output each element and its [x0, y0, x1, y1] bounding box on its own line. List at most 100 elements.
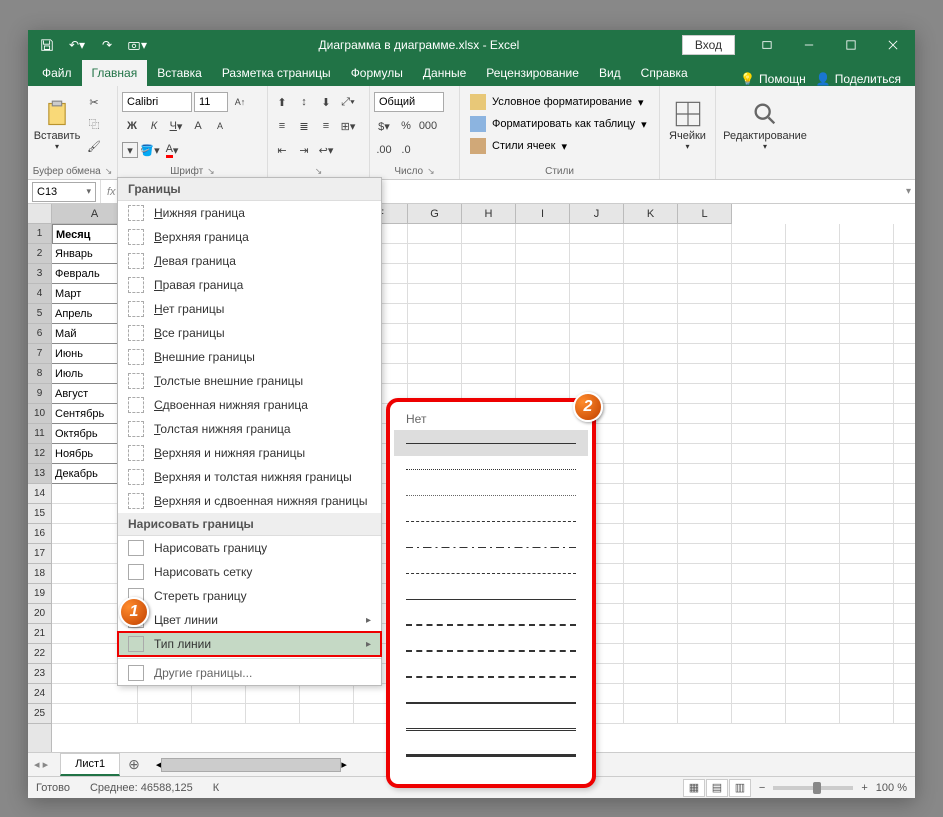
border-menu-item[interactable]: Верхняя и нижняя границы	[118, 441, 381, 465]
row-header[interactable]: 10	[28, 404, 51, 424]
cell[interactable]	[786, 684, 840, 704]
save-icon[interactable]	[34, 34, 60, 56]
cell[interactable]	[894, 664, 915, 684]
cell[interactable]	[408, 264, 462, 284]
cell[interactable]	[678, 504, 732, 524]
cell[interactable]	[732, 404, 786, 424]
cell[interactable]	[894, 464, 915, 484]
border-menu-item[interactable]: Внешние границы	[118, 345, 381, 369]
cell[interactable]	[678, 584, 732, 604]
cell[interactable]	[624, 684, 678, 704]
zoom-slider[interactable]	[773, 786, 853, 790]
row-header[interactable]: 23	[28, 664, 51, 684]
cell[interactable]	[786, 384, 840, 404]
format-painter-icon[interactable]: 🖌	[84, 136, 104, 156]
cell[interactable]	[894, 324, 915, 344]
cell[interactable]	[732, 684, 786, 704]
cell[interactable]	[678, 264, 732, 284]
zoom-in-button[interactable]: +	[861, 782, 867, 794]
tab-help[interactable]: Справка	[631, 60, 698, 86]
cell[interactable]	[732, 424, 786, 444]
align-bottom-icon[interactable]: ⬇	[316, 92, 336, 112]
tab-formulas[interactable]: Формулы	[341, 60, 413, 86]
row-header[interactable]: 13	[28, 464, 51, 484]
cell[interactable]	[624, 604, 678, 624]
cell[interactable]	[840, 324, 894, 344]
row-header[interactable]: 25	[28, 704, 51, 724]
cell[interactable]	[786, 564, 840, 584]
cell[interactable]	[786, 544, 840, 564]
underline-button[interactable]: Ч▾	[166, 116, 186, 136]
number-format-select[interactable]	[374, 92, 444, 112]
cell[interactable]	[840, 444, 894, 464]
wrap-text-icon[interactable]: ↩▾	[316, 140, 336, 160]
cell[interactable]	[138, 704, 192, 724]
line-style-option[interactable]	[394, 664, 588, 690]
camera-icon[interactable]: ▾	[124, 34, 150, 56]
cell[interactable]	[786, 524, 840, 544]
editing-button[interactable]: Редактирование▾	[720, 92, 810, 158]
cell[interactable]	[678, 564, 732, 584]
border-menu-item[interactable]: Верхняя граница	[118, 225, 381, 249]
cell[interactable]	[732, 624, 786, 644]
cell[interactable]	[786, 424, 840, 444]
font-grow-icon[interactable]: A	[188, 116, 208, 136]
cell[interactable]	[732, 564, 786, 584]
cell[interactable]	[732, 344, 786, 364]
cell[interactable]	[894, 444, 915, 464]
border-menu-item[interactable]: Левая граница	[118, 249, 381, 273]
cells-button[interactable]: Ячейки▾	[664, 92, 711, 158]
cell[interactable]	[732, 304, 786, 324]
column-header[interactable]: I	[516, 204, 570, 223]
cell[interactable]	[678, 304, 732, 324]
cut-icon[interactable]: ✂	[84, 92, 104, 112]
cell[interactable]	[246, 684, 300, 704]
line-style-option[interactable]	[394, 742, 588, 768]
row-header[interactable]: 17	[28, 544, 51, 564]
cell[interactable]	[678, 284, 732, 304]
cell[interactable]	[624, 384, 678, 404]
row-header[interactable]: 24	[28, 684, 51, 704]
cell[interactable]	[516, 244, 570, 264]
border-menu-item[interactable]: Нарисовать сетку	[118, 560, 381, 584]
cell[interactable]	[678, 624, 732, 644]
cell[interactable]	[52, 684, 138, 704]
cell[interactable]	[624, 224, 678, 244]
cell[interactable]	[624, 364, 678, 384]
border-menu-item[interactable]: Все границы	[118, 321, 381, 345]
borders-button[interactable]: ▾	[122, 142, 138, 158]
cell[interactable]	[678, 704, 732, 724]
row-header[interactable]: 7	[28, 344, 51, 364]
cell[interactable]	[894, 644, 915, 664]
normal-view-icon[interactable]: ▦	[683, 779, 705, 797]
cell[interactable]	[732, 384, 786, 404]
cell[interactable]	[516, 344, 570, 364]
cell[interactable]	[786, 624, 840, 644]
cell[interactable]	[678, 224, 732, 244]
border-menu-item[interactable]: Цвет линии▸	[118, 608, 381, 632]
cell[interactable]	[52, 704, 138, 724]
cell[interactable]	[894, 304, 915, 324]
cell[interactable]	[840, 464, 894, 484]
cell[interactable]	[732, 264, 786, 284]
cell[interactable]	[840, 584, 894, 604]
cell[interactable]	[624, 704, 678, 724]
row-header[interactable]: 2	[28, 244, 51, 264]
cell[interactable]	[462, 284, 516, 304]
cell[interactable]	[516, 224, 570, 244]
cell[interactable]	[840, 704, 894, 724]
line-style-option[interactable]	[394, 716, 588, 742]
row-header[interactable]: 4	[28, 284, 51, 304]
cell[interactable]	[678, 644, 732, 664]
cell[interactable]	[840, 504, 894, 524]
line-style-option[interactable]	[394, 690, 588, 716]
cell[interactable]	[408, 324, 462, 344]
decrease-decimal-icon[interactable]: .0	[396, 140, 416, 160]
border-menu-item[interactable]: Нижняя граница	[118, 201, 381, 225]
cell[interactable]	[840, 364, 894, 384]
cell[interactable]	[732, 524, 786, 544]
border-menu-item[interactable]: Нарисовать границу	[118, 536, 381, 560]
tab-file[interactable]: Файл	[32, 60, 82, 86]
ribbon-display-icon[interactable]	[747, 31, 787, 59]
row-header[interactable]: 22	[28, 644, 51, 664]
